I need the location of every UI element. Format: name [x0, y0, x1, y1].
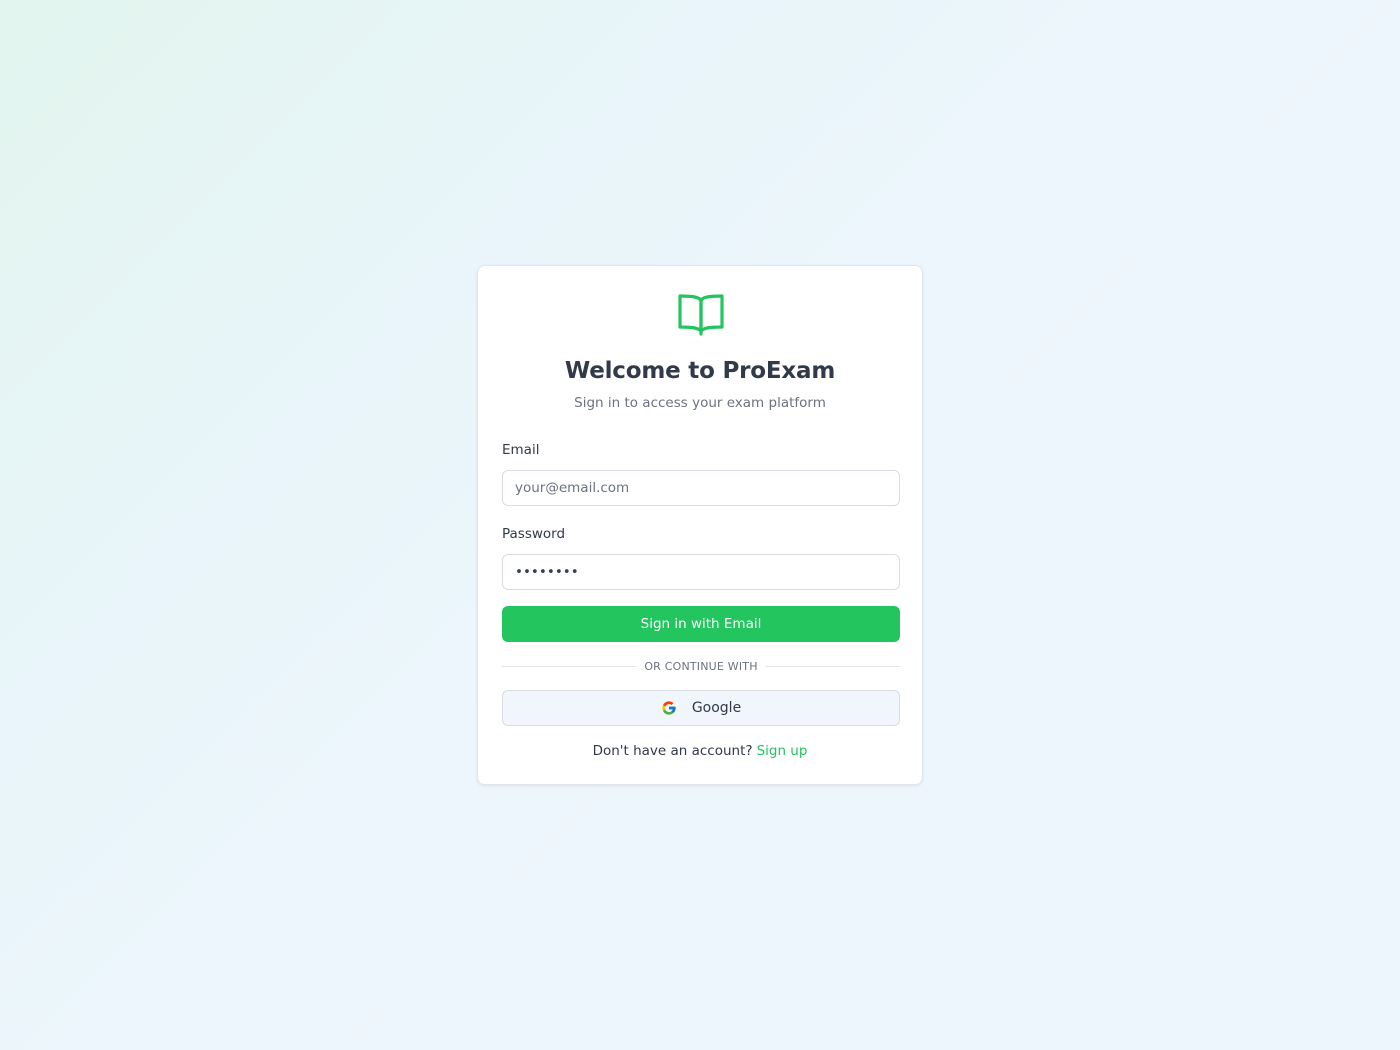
sign-in-email-button[interactable]: Sign in with Email: [502, 606, 900, 642]
book-open-icon: [678, 294, 724, 336]
signup-prompt-text: Don't have an account?: [592, 743, 753, 759]
divider-line-right: [765, 665, 900, 667]
google-button-label: Google: [691, 700, 742, 716]
password-label: Password: [502, 526, 566, 542]
divider: OR CONTINUE WITH: [502, 658, 900, 674]
email-field[interactable]: [502, 470, 900, 506]
google-icon: [662, 701, 676, 715]
email-label: Email: [502, 442, 540, 458]
signup-link[interactable]: Sign up: [757, 743, 808, 759]
google-signin-button[interactable]: Google: [502, 690, 900, 726]
password-field[interactable]: [502, 554, 900, 590]
divider-line-left: [502, 665, 637, 667]
login-card: Welcome to ProExam Sign in to access you…: [477, 265, 923, 785]
page-subtitle: Sign in to access your exam platform: [574, 395, 826, 411]
signup-prompt: Don't have an account? Sign up: [478, 743, 922, 759]
divider-text: OR CONTINUE WITH: [644, 659, 758, 673]
page-title: Welcome to ProExam: [564, 358, 836, 384]
